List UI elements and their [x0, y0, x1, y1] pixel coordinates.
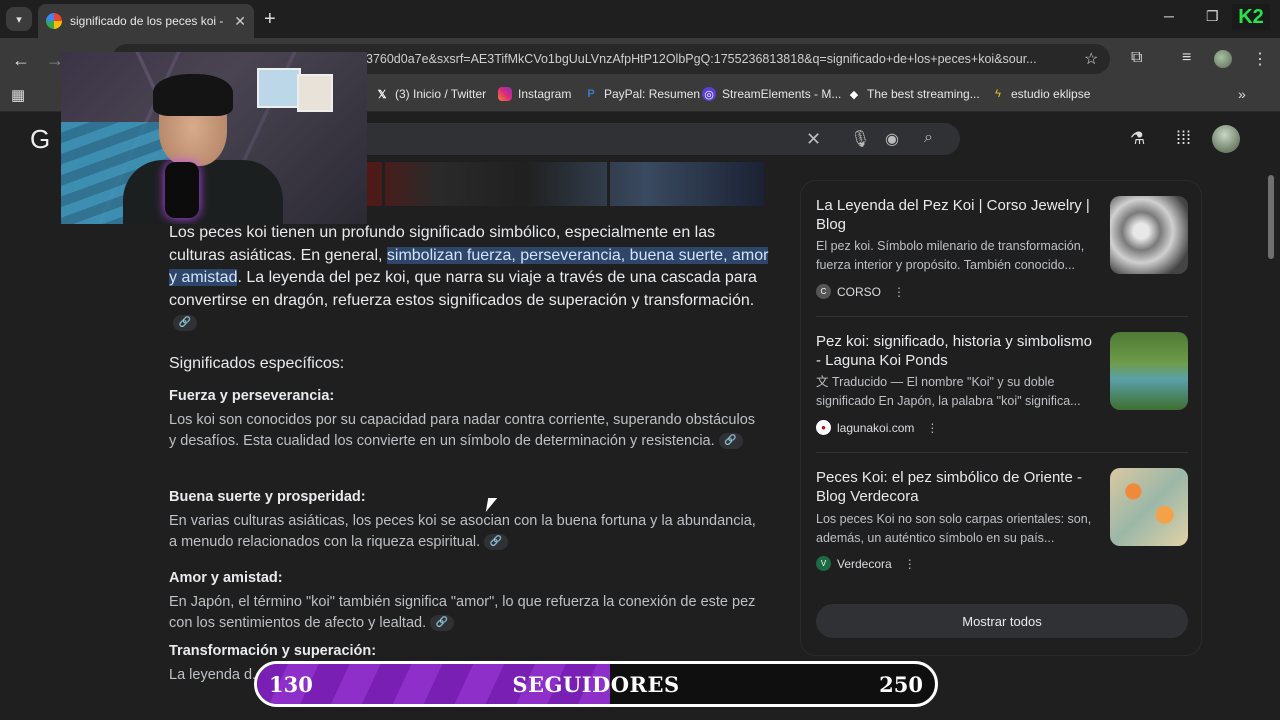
citation-link-icon[interactable]: 🔗	[173, 315, 197, 332]
source-description: Los peces Koi no son solo carpas orienta…	[816, 512, 1092, 545]
search-icon[interactable]: ⌕	[924, 129, 933, 147]
google-favicon-icon	[46, 13, 62, 29]
bookmark-eklipse[interactable]: ϟ estudio eklipse	[991, 87, 1090, 101]
streaming-icon: ◆	[849, 88, 859, 101]
image-separator	[382, 162, 385, 206]
tab-title: significado de los peces koi - Buscar co…	[70, 14, 225, 28]
address-url[interactable]: 3760d0a7e&sxsrf=AE3TifMkCVo1bgUuLVnzAfpH…	[366, 52, 1070, 66]
new-tab-button[interactable]: +	[264, 8, 276, 31]
lagunakoi-favicon-icon: ●	[816, 420, 831, 435]
tab-close-icon[interactable]: ✕	[234, 13, 246, 30]
bookmark-streamelements[interactable]: ◎ StreamElements - M...	[702, 87, 841, 101]
scrollbar-thumb[interactable]	[1268, 175, 1274, 259]
more-options-icon[interactable]: ⋮	[904, 557, 916, 571]
item-heading: Fuerza y perseverancia:	[169, 388, 335, 404]
section-title: Significados específicos:	[169, 355, 345, 372]
x-icon: 𝕏	[377, 88, 387, 101]
minimize-icon[interactable]: ─	[1164, 8, 1174, 24]
source-site[interactable]: V Verdecora ⋮	[816, 556, 916, 571]
item-text: En varias culturas asiáticas, los peces …	[169, 513, 756, 551]
source-thumbnail[interactable]	[1110, 196, 1188, 274]
source-description: El pez koi. Símbolo milenario de transfo…	[816, 239, 1085, 272]
menu-kebab-icon[interactable]: ⋮	[1252, 49, 1268, 69]
bookmark-streaming[interactable]: ◆ The best streaming...	[847, 87, 980, 101]
webcam-person-body	[123, 160, 283, 224]
item-text: En Japón, el término "koi" también signi…	[169, 594, 756, 632]
profile-avatar-small[interactable]	[1214, 50, 1232, 68]
voice-search-icon[interactable]: 🎙	[850, 129, 870, 149]
apps-grid-icon[interactable]: ▦	[11, 86, 25, 104]
source-site[interactable]: C CORSO ⋮	[816, 284, 905, 299]
eklipse-icon: ϟ	[995, 88, 1001, 100]
mouse-cursor-icon	[485, 498, 498, 512]
citation-link-icon[interactable]: 🔗	[430, 615, 455, 632]
item-heading: Transformación y superación:	[169, 643, 377, 659]
webcam-overlay	[61, 52, 367, 224]
divider	[816, 316, 1188, 317]
source-thumbnail[interactable]	[1110, 468, 1188, 546]
source-title[interactable]: La Leyenda del Pez Koi | Corso Jewelry |…	[816, 196, 1100, 234]
microphone-icon	[165, 162, 199, 218]
follower-goal-bar: 130 SEGUIDORES 250	[254, 661, 938, 707]
goal-label: SEGUIDORES	[512, 672, 680, 697]
show-all-button[interactable]: Mostrar todos	[816, 604, 1188, 638]
google-apps-icon[interactable]: ⁞⁞⁞	[1176, 128, 1191, 149]
divider	[816, 452, 1188, 453]
item-heading: Amor y amistad:	[169, 570, 283, 586]
corso-favicon-icon: C	[816, 284, 831, 299]
translate-icon: 文	[816, 375, 829, 389]
image-separator	[607, 162, 610, 206]
verdecora-favicon-icon: V	[816, 556, 831, 571]
goal-target: 250	[879, 672, 923, 697]
source-thumbnail[interactable]	[1110, 332, 1188, 410]
bookmark-star-icon[interactable]: ☆	[1084, 49, 1098, 69]
bookmark-instagram[interactable]: Instagram	[498, 87, 571, 101]
source-description: 文 Traducido — El nombre "Koi" y su doble…	[816, 375, 1081, 408]
item-text: Los koi son conocidos por su capacidad p…	[169, 412, 756, 450]
account-avatar[interactable]	[1212, 125, 1240, 153]
k2-overlay-badge: K2	[1232, 4, 1270, 30]
more-options-icon[interactable]: ⋮	[926, 421, 938, 435]
citation-link-icon[interactable]: 🔗	[718, 433, 743, 450]
google-logo[interactable]: G	[30, 124, 50, 155]
restore-icon[interactable]: ❐	[1206, 8, 1219, 25]
source-title[interactable]: Pez koi: significado, historia y simboli…	[816, 332, 1100, 370]
streamelements-icon: ◎	[702, 87, 716, 101]
clear-search-icon[interactable]: ✕	[806, 129, 821, 150]
labs-flask-icon[interactable]: ⚗	[1130, 129, 1145, 149]
lens-search-icon[interactable]: ◉	[885, 129, 899, 149]
bookmark-twitter[interactable]: 𝕏 (3) Inicio / Twitter	[375, 87, 487, 101]
media-queue-icon[interactable]: ≡	[1182, 49, 1191, 67]
active-tab[interactable]: significado de los peces koi - Buscar co…	[38, 4, 254, 38]
ai-overview-intro: Los peces koi tienen un profundo signifi…	[169, 222, 769, 335]
webcam-poster	[297, 74, 333, 112]
webcam-poster	[257, 68, 301, 108]
item-heading: Buena suerte y prosperidad:	[169, 489, 366, 505]
source-site[interactable]: ● lagunakoi.com ⋮	[816, 420, 938, 435]
citation-link-icon[interactable]: 🔗	[484, 534, 509, 551]
source-title[interactable]: Peces Koi: el pez simbólico de Oriente -…	[816, 468, 1100, 506]
more-options-icon[interactable]: ⋮	[893, 285, 905, 299]
tab-search-button[interactable]: ▾	[6, 7, 32, 31]
bookmark-paypal[interactable]: P PayPal: Resumen	[584, 87, 700, 101]
paypal-icon: P	[587, 88, 595, 100]
extensions-icon[interactable]: ⧉	[1131, 49, 1142, 67]
instagram-icon	[498, 87, 512, 101]
bookmarks-more-icon[interactable]: »	[1238, 86, 1246, 102]
back-icon[interactable]: ←	[12, 50, 30, 71]
webcam-person-hair	[153, 74, 233, 116]
chevron-down-icon: ▾	[16, 13, 22, 26]
